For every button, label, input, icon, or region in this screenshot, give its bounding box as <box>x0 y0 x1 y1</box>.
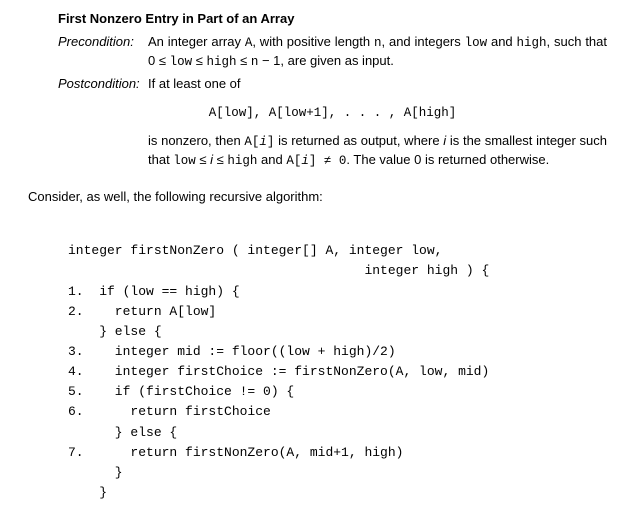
code-line: 7. return firstNonZero(A, mid+1, high) <box>68 445 403 460</box>
algorithm-code: integer firstNonZero ( integer[] A, inte… <box>68 221 607 503</box>
code-line: } <box>68 485 107 500</box>
code-line: } else { <box>68 425 177 440</box>
section-heading: First Nonzero Entry in Part of an Array <box>58 10 607 29</box>
code-line: 2. return A[low] <box>68 304 216 319</box>
code-inline: high <box>206 55 236 69</box>
document-page: First Nonzero Entry in Part of an Array … <box>0 0 623 527</box>
postcondition-tail: is nonzero, then A[i] is returned as out… <box>148 132 607 170</box>
code-inline: low <box>465 36 488 50</box>
consider-line: Consider, as well, the following recursi… <box>28 188 607 207</box>
code-line: 6. return firstChoice <box>68 404 271 419</box>
precondition-row: Precondition: An integer array A, with p… <box>58 33 607 71</box>
code-inline: low <box>173 154 196 168</box>
code-inline: n <box>251 55 259 69</box>
code-line: } <box>68 465 123 480</box>
code-inline: A[i] <box>244 135 274 149</box>
postcondition-row: Postcondition: If at least one of <box>58 75 607 94</box>
precondition-body: An integer array A, with positive length… <box>148 33 607 71</box>
code-inline: low <box>170 55 193 69</box>
code-line: integer firstNonZero ( integer[] A, inte… <box>68 243 442 258</box>
text: and <box>257 152 286 167</box>
postcondition-label: Postcondition: <box>58 75 148 94</box>
code-inline: A[i] ≠ 0 <box>286 154 346 168</box>
precondition-label: Precondition: <box>58 33 148 52</box>
postcondition-math: A[low], A[low+1], . . . , A[high] <box>58 104 607 122</box>
code-line: 5. if (firstChoice != 0) { <box>68 384 294 399</box>
code-line: 1. if (low == high) { <box>68 284 240 299</box>
spec-block: Precondition: An integer array A, with p… <box>58 33 607 170</box>
code-inline: A <box>245 36 253 50</box>
postcondition-lead: If at least one of <box>148 75 607 94</box>
code-inline: high <box>517 36 547 50</box>
text: is nonzero, then <box>148 133 244 148</box>
code-inline: high <box>227 154 257 168</box>
code-line: integer high ) { <box>68 263 489 278</box>
code-inline: n <box>374 36 382 50</box>
text: . The value 0 is returned otherwise. <box>346 152 549 167</box>
code-line: 4. integer firstChoice := firstNonZero(A… <box>68 364 489 379</box>
code-line: } else { <box>68 324 162 339</box>
code-line: 3. integer mid := floor((low + high)/2) <box>68 344 396 359</box>
